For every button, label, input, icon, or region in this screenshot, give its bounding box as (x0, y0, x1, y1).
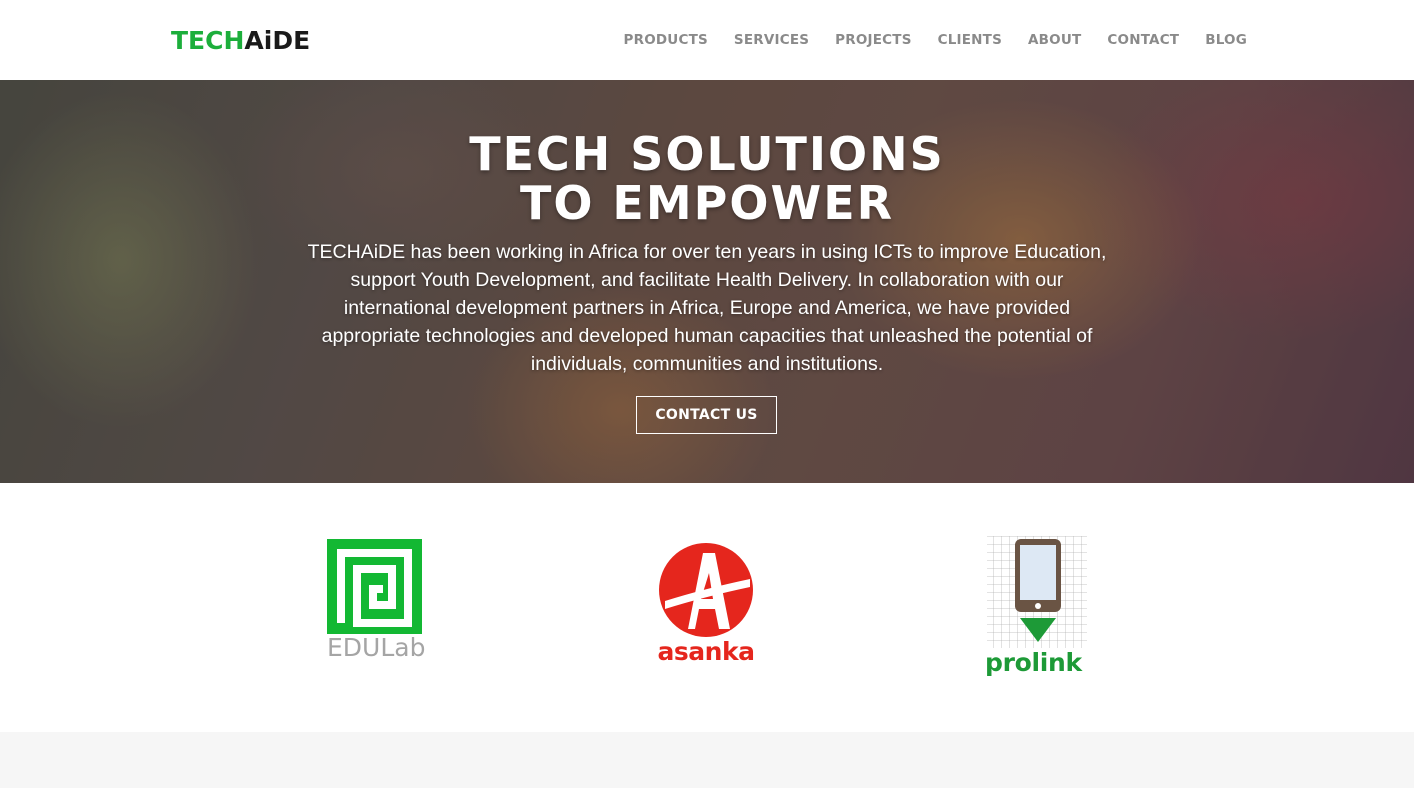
edulab-logo[interactable]: EDULab (327, 539, 427, 661)
edulab-name: EDULab (327, 633, 426, 662)
site-header: TECHAiDE PRODUCTS SERVICES PROJECTS CLIE… (0, 0, 1414, 80)
asanka-icon (659, 543, 753, 637)
hero-title-line2: TO EMPOWER (519, 176, 895, 230)
logo-part-aide: AiDE (244, 26, 311, 55)
edulab-icon (327, 539, 422, 634)
main-nav: PRODUCTS SERVICES PROJECTS CLIENTS ABOUT… (598, 0, 1247, 80)
hero-section: TECH SOLUTIONS TO EMPOWER TECHAiDE has b… (0, 80, 1414, 483)
nav-about[interactable]: ABOUT (1028, 32, 1081, 48)
nav-services[interactable]: SERVICES (734, 32, 809, 48)
asanka-name: asanka (657, 637, 755, 666)
products-section: EDULab asanka prolink (0, 483, 1414, 732)
asanka-logo[interactable]: asanka (655, 539, 757, 664)
logo-part-tech: TECH (171, 26, 245, 55)
contact-us-button[interactable]: CONTACT US (636, 396, 777, 434)
nav-contact[interactable]: CONTACT (1107, 32, 1179, 48)
prolink-name: prolink (985, 648, 1082, 677)
hero-description: TECHAiDE has been working in Africa for … (307, 241, 1107, 375)
nav-projects[interactable]: PROJECTS (835, 32, 911, 48)
prolink-logo[interactable]: prolink (985, 536, 1089, 676)
prolink-icon (987, 536, 1087, 648)
nav-products[interactable]: PRODUCTS (624, 32, 708, 48)
nav-clients[interactable]: CLIENTS (938, 32, 1002, 48)
next-section (0, 732, 1414, 788)
hero-title: TECH SOLUTIONS TO EMPOWER (0, 130, 1414, 228)
techaide-logo[interactable]: TECHAiDE (171, 26, 310, 56)
nav-blog[interactable]: BLOG (1205, 32, 1247, 48)
hero-title-line1: TECH SOLUTIONS (469, 127, 945, 181)
